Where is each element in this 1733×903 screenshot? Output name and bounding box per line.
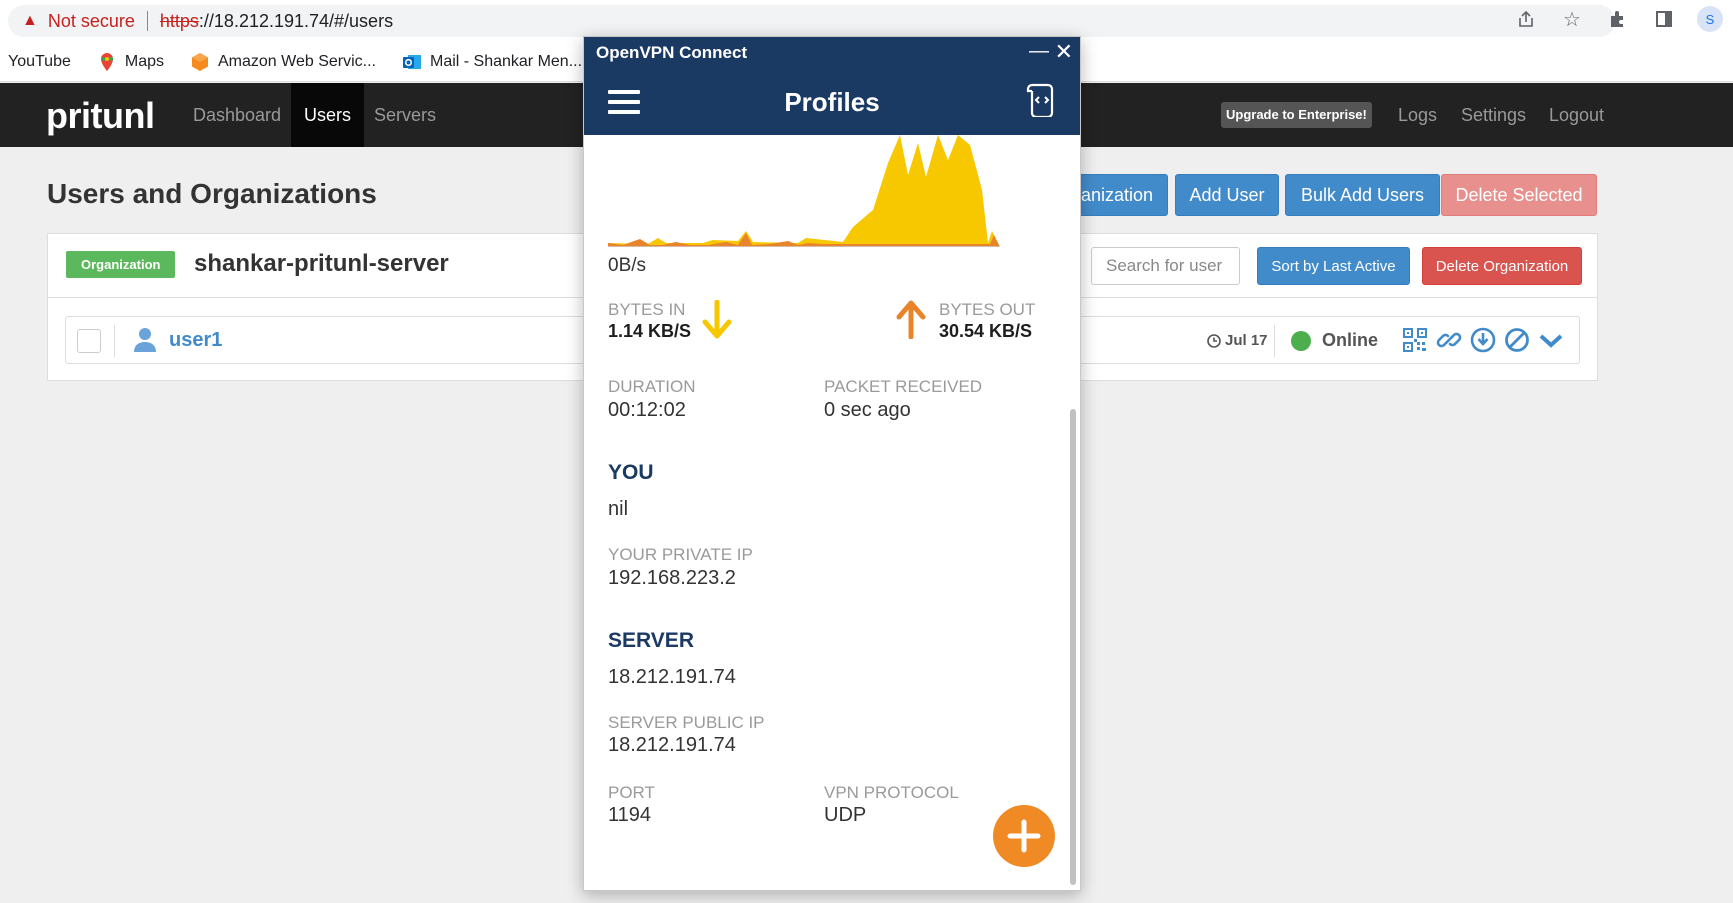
user-select-checkbox[interactable] bbox=[77, 329, 101, 353]
arrow-down-icon bbox=[700, 299, 734, 345]
maps-icon bbox=[97, 52, 117, 72]
profile-avatar[interactable]: S bbox=[1697, 6, 1723, 32]
nav-dashboard[interactable]: Dashboard bbox=[180, 83, 294, 147]
user-name[interactable]: user1 bbox=[169, 329, 222, 352]
row-divider bbox=[114, 325, 115, 357]
bookmark-aws[interactable]: Amazon Web Servic... bbox=[190, 52, 376, 72]
packet-received-value: 0 sec ago bbox=[824, 399, 911, 421]
user-icon bbox=[132, 326, 158, 359]
openvpn-titlebar[interactable]: OpenVPN Connect bbox=[584, 37, 1080, 68]
traffic-graph bbox=[608, 135, 1000, 247]
bookmark-star-icon[interactable]: ☆ bbox=[1559, 6, 1585, 32]
add-organization-button[interactable]: anization bbox=[1066, 174, 1168, 216]
omnibox-divider bbox=[146, 11, 148, 31]
clock-icon bbox=[1207, 333, 1221, 348]
online-status-dot bbox=[1291, 331, 1311, 351]
omnibox[interactable]: ▲ Not secure https ://18.212.191.74/#/us… bbox=[8, 5, 1615, 37]
port-label: PORT bbox=[608, 783, 655, 802]
plus-icon bbox=[1007, 819, 1041, 853]
row-divider bbox=[1274, 325, 1275, 357]
nav-logout[interactable]: Logout bbox=[1536, 83, 1617, 147]
packet-received-label: PACKET RECEIVED bbox=[824, 377, 983, 396]
bookmark-label: YouTube bbox=[8, 52, 71, 70]
graph-rate: 0B/s bbox=[608, 255, 647, 276]
scrollbar[interactable] bbox=[1070, 409, 1076, 885]
chevron-down-icon[interactable] bbox=[1538, 327, 1564, 353]
arrow-up-icon bbox=[894, 299, 928, 344]
side-panel-icon[interactable] bbox=[1651, 6, 1677, 32]
nav-settings[interactable]: Settings bbox=[1448, 83, 1539, 147]
download-icon[interactable] bbox=[1470, 327, 1496, 353]
share-icon[interactable] bbox=[1513, 6, 1539, 32]
bytes-in-label: BYTES IN bbox=[608, 300, 686, 319]
organization-name[interactable]: shankar-pritunl-server bbox=[194, 250, 449, 278]
delete-organization-button[interactable]: Delete Organization bbox=[1422, 247, 1582, 285]
outlook-icon bbox=[402, 52, 422, 72]
aws-icon bbox=[190, 52, 210, 72]
upgrade-enterprise-button[interactable]: Upgrade to Enterprise! bbox=[1221, 102, 1372, 128]
openvpn-header-title: Profiles bbox=[784, 87, 880, 117]
bookmark-label: Mail - Shankar Men... bbox=[429, 52, 583, 70]
bookmark-mail[interactable]: Mail - Shankar Men... bbox=[402, 52, 582, 72]
user-status: Online bbox=[1322, 330, 1379, 350]
bytes-out-value: 30.54 KB/S bbox=[939, 321, 1033, 341]
vpn-protocol-value: UDP bbox=[824, 804, 867, 826]
bookmark-label: Maps bbox=[124, 52, 164, 70]
server-value: 18.212.191.74 bbox=[608, 666, 736, 688]
bulk-add-users-button[interactable]: Bulk Add Users bbox=[1285, 174, 1440, 216]
add-user-button[interactable]: Add User bbox=[1175, 174, 1279, 216]
url-text[interactable]: ://18.212.191.74/#/users bbox=[199, 11, 393, 32]
last-active-date: Jul 17 bbox=[1225, 332, 1268, 349]
security-status[interactable]: Not secure bbox=[48, 11, 135, 32]
link-icon[interactable] bbox=[1436, 327, 1462, 353]
disable-icon[interactable] bbox=[1504, 327, 1530, 353]
url-scheme[interactable]: https bbox=[160, 11, 199, 32]
bookmark-youtube[interactable]: YouTube bbox=[8, 53, 71, 71]
page-title: Users and Organizations bbox=[47, 178, 377, 209]
import-profile-icon[interactable] bbox=[1026, 83, 1058, 122]
add-organization-label: anization bbox=[1080, 184, 1153, 205]
bytes-out-label: BYTES OUT bbox=[939, 300, 1036, 319]
nav-users[interactable]: Users bbox=[291, 83, 365, 147]
duration-value: 00:12:02 bbox=[608, 399, 686, 421]
you-section-title: YOU bbox=[608, 461, 654, 484]
openvpn-window-title: OpenVPN Connect bbox=[596, 43, 748, 62]
you-value: nil bbox=[608, 498, 629, 520]
minimize-icon[interactable]: — bbox=[1029, 37, 1049, 65]
search-user-input[interactable]: Search for user bbox=[1091, 247, 1240, 285]
nav-servers[interactable]: Servers bbox=[361, 83, 449, 147]
openvpn-window: OpenVPN Connect — ✕ Profiles 0B/s BYTES … bbox=[583, 36, 1081, 891]
brand-logo[interactable]: pritunl bbox=[46, 95, 155, 137]
bookmark-maps[interactable]: Maps bbox=[97, 52, 164, 72]
server-section-title: SERVER bbox=[608, 629, 694, 652]
nav-logs[interactable]: Logs bbox=[1385, 83, 1450, 147]
bytes-in-value: 1.14 KB/S bbox=[608, 321, 692, 341]
private-ip-value: 192.168.223.2 bbox=[608, 567, 736, 589]
sort-last-active-button[interactable]: Sort by Last Active bbox=[1257, 247, 1410, 285]
bytes-in-area bbox=[608, 135, 1000, 247]
warning-icon[interactable]: ▲ bbox=[22, 12, 38, 30]
server-public-ip-value: 18.212.191.74 bbox=[608, 734, 736, 756]
last-active: Jul 17 bbox=[1207, 332, 1268, 349]
server-public-ip-label: SERVER PUBLIC IP bbox=[608, 713, 765, 732]
close-icon[interactable]: ✕ bbox=[1055, 37, 1073, 67]
duration-label: DURATION bbox=[608, 377, 696, 396]
organization-badge: Organization bbox=[66, 251, 176, 278]
delete-selected-button[interactable]: Delete Selected bbox=[1441, 174, 1597, 216]
qr-code-icon[interactable] bbox=[1402, 327, 1428, 353]
user-actions bbox=[1402, 327, 1564, 353]
add-profile-button[interactable] bbox=[993, 805, 1055, 867]
private-ip-label: YOUR PRIVATE IP bbox=[608, 545, 753, 564]
bookmark-label: Amazon Web Servic... bbox=[218, 52, 376, 70]
openvpn-header: Profiles bbox=[584, 68, 1080, 135]
extensions-icon[interactable] bbox=[1605, 6, 1631, 32]
vpn-protocol-label: VPN PROTOCOL bbox=[824, 783, 959, 802]
port-value: 1194 bbox=[608, 804, 652, 826]
browser-toolbar: ☆ S bbox=[1513, 6, 1733, 32]
